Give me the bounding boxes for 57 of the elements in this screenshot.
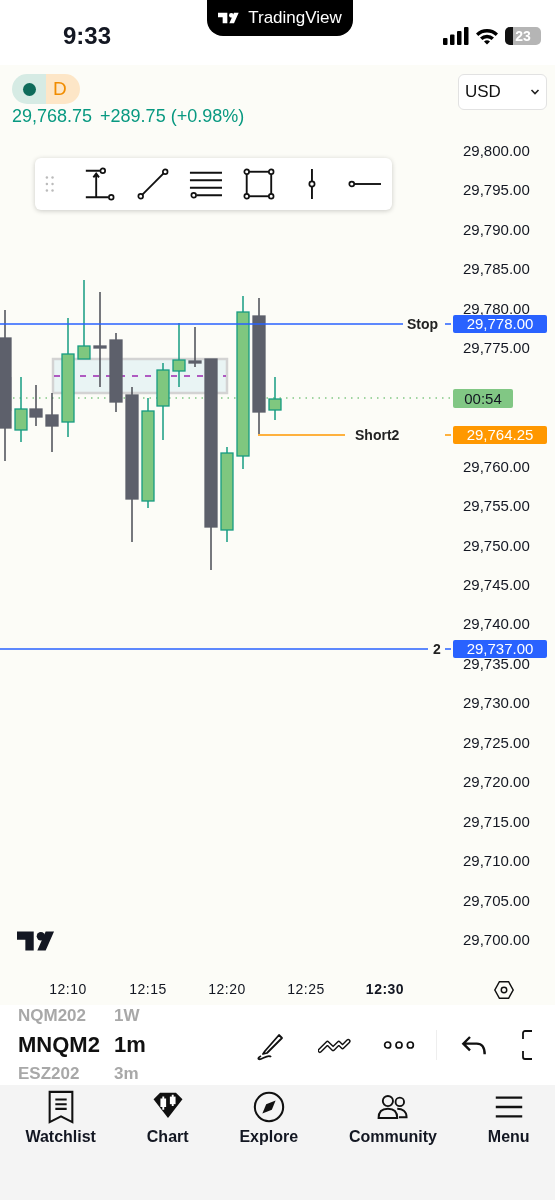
- battery-icon: 23: [505, 26, 541, 45]
- price-label: 29,795.00: [463, 181, 530, 200]
- time-label: 12:25: [286, 981, 326, 997]
- price-label: 29,755.00: [463, 497, 530, 516]
- line-label: 2: [433, 640, 441, 658]
- trend-line-icon[interactable]: [136, 166, 171, 202]
- time-label: 12:10: [48, 981, 88, 997]
- fullscreen-icon[interactable]: [521, 1029, 533, 1061]
- time-label: 12:15: [128, 981, 168, 997]
- price-label: 29,710.00: [463, 852, 530, 871]
- price-label: 29,800.00: [463, 142, 530, 160]
- last-price: 29,768.75: [12, 106, 93, 127]
- interval-option[interactable]: 1m: [114, 1026, 184, 1064]
- brand-name: TradingView: [248, 8, 342, 28]
- countdown-badge: 00:54: [453, 389, 513, 408]
- price-badge: 29,778.00: [453, 315, 547, 333]
- price-label: 29,720.00: [463, 773, 530, 792]
- nav-tab[interactable]: Chart: [142, 1090, 193, 1154]
- price-label: 29,745.00: [463, 575, 530, 594]
- price-label: 29,730.00: [463, 694, 530, 713]
- signal-icon: [443, 26, 469, 45]
- price-label: 29,760.00: [463, 457, 530, 476]
- line-label: Short2: [355, 426, 400, 444]
- price-label: 29,715.00: [463, 812, 530, 831]
- price-label: 29,775.00: [463, 339, 530, 358]
- price-label: 29,700.00: [463, 931, 530, 949]
- caret-icon: [530, 89, 540, 95]
- line-label: Stop: [407, 315, 439, 333]
- rectangle-icon[interactable]: [242, 166, 277, 202]
- price-label: 29,750.00: [463, 536, 530, 555]
- price-label: 29,705.00: [463, 891, 530, 910]
- nav-tab[interactable]: Watchlist: [21, 1090, 100, 1154]
- nav-tab[interactable]: Explore: [235, 1090, 303, 1154]
- time-label: 12:20: [207, 981, 247, 997]
- price-badge: 29,737.00: [453, 640, 547, 658]
- candle: [188, 326, 202, 368]
- candle: [172, 322, 186, 388]
- compass-icon: [251, 1090, 286, 1124]
- nav-tab[interactable]: Menu: [483, 1090, 534, 1154]
- price-label: 29,790.00: [463, 220, 530, 239]
- price-change: +289.75 (+0.98%): [100, 106, 245, 127]
- wifi-icon: [475, 26, 499, 45]
- time-label: 12:30: [364, 981, 406, 997]
- price-label: 29,725.00: [463, 733, 530, 752]
- settings-icon[interactable]: [493, 979, 515, 1001]
- price-label: 29,785.00: [463, 260, 530, 279]
- price-label: 29,780.00: [463, 299, 530, 318]
- nav-tab[interactable]: Community: [344, 1090, 441, 1154]
- candle: [45, 392, 59, 453]
- session-badge: D: [46, 74, 80, 104]
- drag-handle-icon[interactable]: [45, 174, 55, 194]
- price-label: 29,740.00: [463, 615, 530, 634]
- currency-dropdown[interactable]: USD: [458, 74, 547, 110]
- price-badge: 29,764.25: [453, 426, 547, 444]
- clock-time: 9:33: [63, 21, 112, 50]
- candle: [268, 376, 282, 421]
- symbol-option[interactable]: MNQM2: [18, 1026, 114, 1064]
